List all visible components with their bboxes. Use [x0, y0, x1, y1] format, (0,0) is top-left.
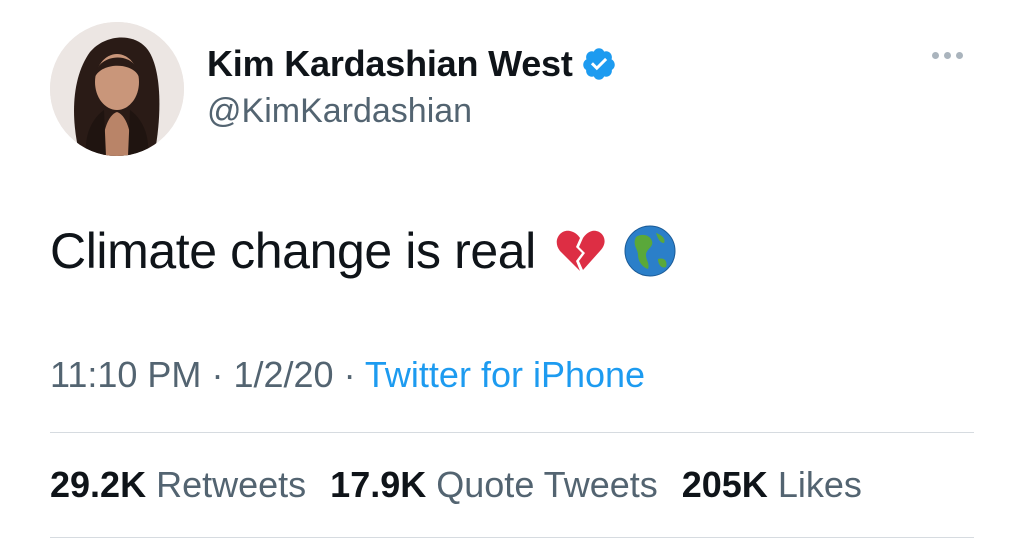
more-options-icon[interactable] — [932, 52, 963, 59]
retweets-label: Retweets — [156, 464, 307, 505]
tweet-meta: 11:10 PM · 1/2/20 · Twitter for iPhone — [50, 354, 645, 396]
divider — [50, 537, 974, 538]
quote-tweets-stat[interactable]: 17.9K Quote Tweets — [330, 464, 658, 506]
meta-separator: · — [211, 354, 224, 395]
quote-tweets-label: Quote Tweets — [436, 464, 658, 505]
tweet-stats: 29.2K Retweets 17.9K Quote Tweets 205K L… — [50, 464, 862, 506]
quote-tweets-count: 17.9K — [330, 464, 427, 505]
avatar[interactable] — [50, 22, 184, 156]
tweet-body: Climate change is real — [50, 222, 676, 280]
divider — [50, 432, 974, 433]
likes-stat[interactable]: 205K Likes — [682, 464, 862, 506]
user-handle[interactable]: @KimKardashian — [207, 92, 472, 131]
meta-separator: · — [343, 354, 356, 395]
globe-americas-icon — [624, 225, 676, 277]
verified-badge-icon — [581, 46, 617, 82]
retweets-count: 29.2K — [50, 464, 147, 505]
tweet-date[interactable]: 1/2/20 — [233, 354, 333, 395]
likes-count: 205K — [681, 464, 768, 505]
tweet-time[interactable]: 11:10 PM — [50, 354, 201, 395]
tweet-source-link[interactable]: Twitter for iPhone — [365, 354, 645, 395]
likes-label: Likes — [777, 464, 862, 505]
tweet-text: Climate change is real — [50, 223, 536, 279]
broken-heart-icon — [554, 225, 606, 277]
retweets-stat[interactable]: 29.2K Retweets — [50, 464, 306, 506]
display-name[interactable]: Kim Kardashian West — [207, 43, 573, 85]
